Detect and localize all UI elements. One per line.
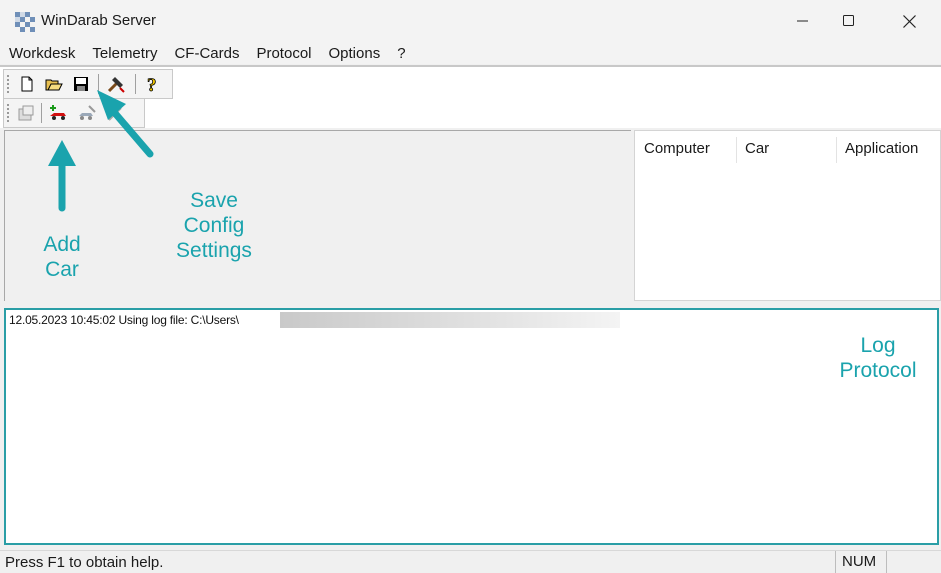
save-config-arrow bbox=[97, 90, 154, 158]
annotation-save-config: Save Config Settings bbox=[176, 189, 252, 262]
add-car-arrow bbox=[48, 140, 76, 212]
annotation-log-protocol: Log Protocol bbox=[839, 334, 917, 382]
app-window: WinDarab Server Workdesk Telemetry CF-Ca… bbox=[0, 0, 941, 573]
annotation-add-car: Add Car bbox=[43, 233, 81, 281]
annotation-arrows bbox=[48, 90, 154, 212]
